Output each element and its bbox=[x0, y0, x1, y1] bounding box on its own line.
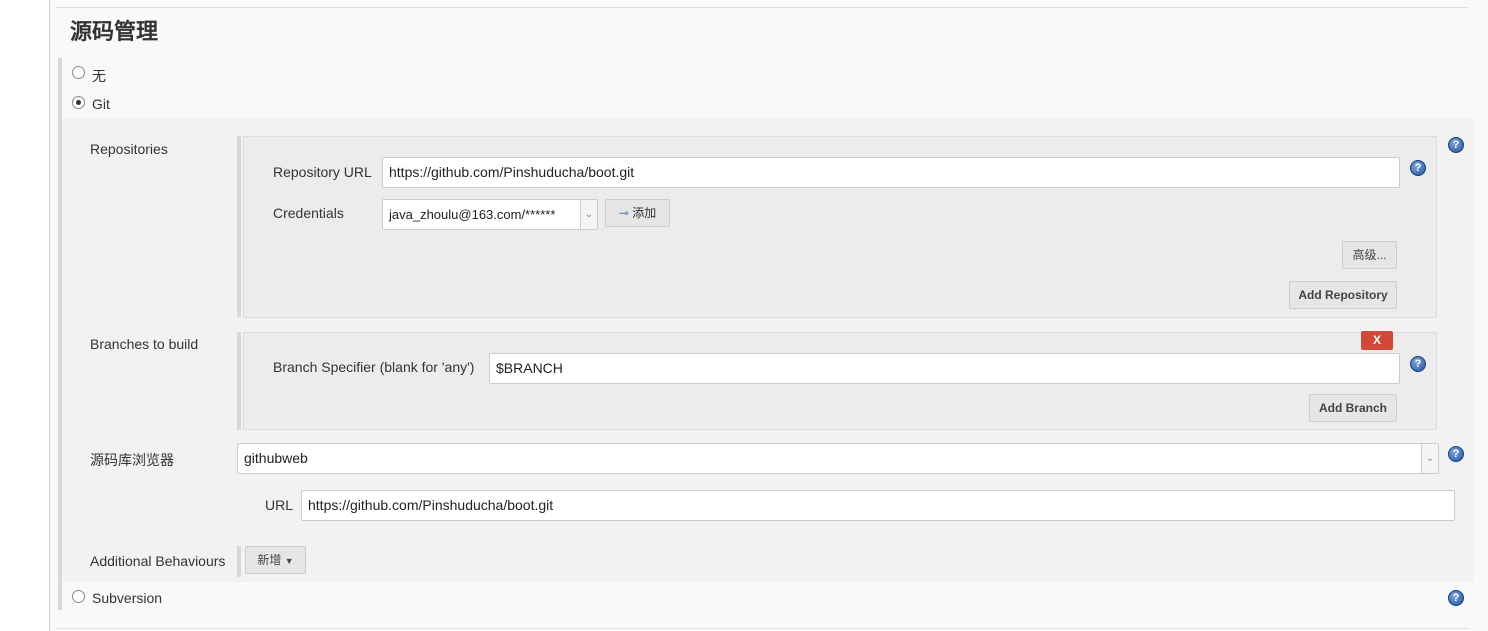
branch-bar bbox=[237, 332, 241, 430]
behaviour-bar bbox=[237, 546, 241, 577]
repo-bar bbox=[237, 136, 241, 317]
radio-git-label: Git bbox=[92, 96, 110, 112]
divider bbox=[56, 7, 1468, 8]
delete-branch-button[interactable]: X bbox=[1361, 331, 1393, 350]
repo-browser-select[interactable]: githubweb bbox=[237, 443, 1439, 474]
help-icon[interactable]: ? bbox=[1410, 356, 1426, 372]
repository-url-label: Repository URL bbox=[273, 164, 372, 180]
section-title: 源码管理 bbox=[70, 19, 159, 44]
add-branch-button[interactable]: Add Branch bbox=[1309, 394, 1397, 422]
browser-url-label: URL bbox=[265, 497, 294, 513]
radio-git[interactable] bbox=[72, 96, 85, 109]
help-icon[interactable]: ? bbox=[1448, 446, 1464, 462]
branch-specifier-label: Branch Specifier (blank for 'any') bbox=[273, 359, 475, 375]
credentials-label: Credentials bbox=[273, 205, 344, 221]
help-icon[interactable]: ? bbox=[1410, 160, 1426, 176]
caret-down-icon: ▼ bbox=[284, 556, 294, 566]
chevron-down-icon[interactable]: ⌄ bbox=[1421, 444, 1438, 473]
branch-specifier-input[interactable]: $BRANCH bbox=[489, 353, 1400, 384]
branches-label: Branches to build bbox=[90, 336, 199, 352]
help-icon[interactable]: ? bbox=[1448, 137, 1464, 153]
radio-none[interactable] bbox=[72, 66, 85, 79]
help-icon[interactable]: ? bbox=[1448, 590, 1464, 606]
credentials-select[interactable]: java_zhoulu@163.com/****** bbox=[382, 199, 598, 230]
additional-behaviours-label: Additional Behaviours bbox=[90, 553, 226, 569]
key-icon: ⊸ bbox=[618, 206, 629, 220]
radio-subversion[interactable] bbox=[72, 590, 85, 603]
advanced-button[interactable]: 高级... bbox=[1342, 241, 1397, 269]
add-repository-button[interactable]: Add Repository bbox=[1289, 281, 1397, 309]
add-credentials-button[interactable]: ⊸ 添加 bbox=[605, 199, 670, 227]
chevron-down-icon[interactable]: ⌄ bbox=[580, 200, 597, 229]
add-credentials-label: 添加 bbox=[632, 206, 657, 220]
radio-subversion-label: Subversion bbox=[92, 590, 163, 606]
add-behaviour-button[interactable]: 新增 ▼ bbox=[245, 546, 306, 574]
repositories-label: Repositories bbox=[90, 141, 168, 157]
repo-browser-label: 源码库浏览器 bbox=[90, 452, 174, 468]
divider bbox=[56, 628, 1468, 629]
browser-url-input[interactable]: https://github.com/Pinshuducha/boot.git bbox=[301, 490, 1455, 521]
credentials-value: java_zhoulu@163.com/****** bbox=[389, 207, 556, 222]
radio-none-label: 无 bbox=[92, 68, 106, 84]
repository-url-input[interactable]: https://github.com/Pinshuducha/boot.git bbox=[382, 157, 1400, 188]
add-behaviour-label: 新增 bbox=[257, 553, 282, 567]
